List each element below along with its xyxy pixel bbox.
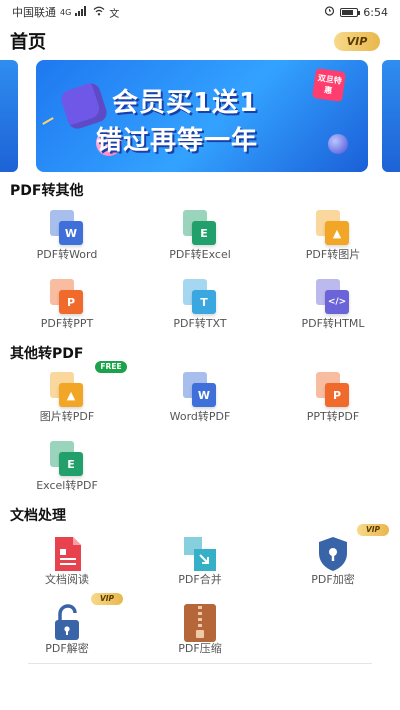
tool-label: Excel转PDF [36, 479, 98, 492]
tool-pdf-encrypt[interactable]: VIP PDF加密 [273, 524, 393, 595]
carrier-label: 中国联通 [12, 6, 56, 19]
banner-ball-decoration [328, 134, 348, 154]
ppt-to-pdf-icon: P [313, 372, 353, 410]
tool-pdf-merge[interactable]: PDF合并 [140, 535, 260, 595]
image-icon: ▲ [313, 210, 353, 248]
page-title: 首页 [10, 32, 46, 53]
tool-label: Word转PDF [169, 410, 231, 423]
tool-label: PDF转HTML [301, 317, 365, 330]
tool-label: PDF转Excel [169, 248, 231, 261]
vip-button[interactable]: VIP [334, 32, 380, 51]
tool-label: PDF解密 [45, 642, 89, 655]
vip-badge-small: VIP [91, 593, 123, 605]
merge-icon [180, 535, 220, 573]
ppt-icon: P [47, 279, 87, 317]
section-title-document-processing: 文档处理 [10, 508, 66, 524]
nfc-icon: 文 [109, 8, 120, 20]
free-badge: FREE [95, 361, 127, 373]
tool-excel-to-pdf[interactable]: E Excel转PDF [7, 441, 127, 501]
tool-pdf-to-word[interactable]: W PDF转Word [7, 210, 127, 270]
tool-label: 图片转PDF [39, 410, 95, 423]
banner-subline: 错过再等一年 [96, 126, 259, 156]
tool-pdf-to-excel[interactable]: E PDF转Excel [140, 210, 260, 270]
section-title-pdf-to-other: PDF转其他 [10, 183, 84, 199]
status-left: 中国联通 4G 文 [12, 4, 119, 20]
alarm-icon [324, 5, 335, 19]
tool-pdf-to-image[interactable]: ▲ PDF转图片 [273, 210, 393, 270]
banner-carousel[interactable]: 会员买1送1 错过再等一年 双旦特惠 [0, 60, 400, 174]
excel-to-pdf-icon: E [47, 441, 87, 479]
prev-banner-card[interactable] [0, 60, 18, 172]
tool-label: PPT转PDF [306, 410, 360, 423]
tool-label: PDF转Word [36, 248, 98, 261]
tool-label: PDF压缩 [178, 642, 222, 655]
tool-label: PDF转图片 [305, 248, 361, 261]
status-right: 6:54 [324, 5, 388, 19]
tool-label: PDF转PPT [40, 317, 94, 330]
promo-banner[interactable]: 会员买1送1 错过再等一年 双旦特惠 [36, 60, 368, 172]
tool-document-read[interactable]: 文档阅读 [7, 535, 127, 595]
wifi-icon [93, 6, 105, 19]
bottom-divider [28, 663, 372, 664]
signal-icon [75, 5, 89, 19]
tool-pdf-compress[interactable]: PDF压缩 [140, 604, 260, 664]
section-title-other-to-pdf: 其他转PDF [10, 346, 84, 362]
battery-icon [340, 7, 361, 17]
lock-shield-icon [313, 535, 353, 573]
tool-label: PDF合并 [178, 573, 222, 586]
tool-pdf-to-txt[interactable]: T PDF转TXT [140, 279, 260, 339]
banner-promo-tag: 双旦特惠 [312, 68, 346, 102]
tool-pdf-to-html[interactable]: </> PDF转HTML [273, 279, 393, 339]
banner-headline: 会员买1送1 [112, 88, 259, 118]
header: 首页 VIP [0, 28, 400, 56]
zip-icon [180, 604, 220, 642]
document-read-icon [47, 535, 87, 573]
word-to-pdf-icon: W [180, 372, 220, 410]
battery-fill [342, 9, 354, 15]
tool-image-to-pdf[interactable]: ▲ FREE 图片转PDF [7, 361, 127, 432]
tool-label: 文档阅读 [45, 573, 89, 586]
unlock-icon [47, 604, 87, 642]
banner-spark-decoration [42, 117, 54, 125]
tool-word-to-pdf[interactable]: W Word转PDF [140, 372, 260, 432]
txt-icon: T [180, 279, 220, 317]
clock: 6:54 [363, 5, 388, 19]
tool-label: PDF转TXT [173, 317, 227, 330]
word-icon: W [47, 210, 87, 248]
network-type: 4G [60, 7, 72, 17]
image-to-pdf-icon: ▲ [47, 372, 87, 410]
status-bar: 中国联通 4G 文 6:54 [0, 0, 400, 24]
tool-label: PDF加密 [311, 573, 355, 586]
html-icon: </> [313, 279, 353, 317]
tool-pdf-decrypt[interactable]: VIP PDF解密 [7, 593, 127, 664]
next-banner-card[interactable] [382, 60, 400, 172]
tool-ppt-to-pdf[interactable]: P PPT转PDF [273, 372, 393, 432]
tool-pdf-to-ppt[interactable]: P PDF转PPT [7, 279, 127, 339]
excel-icon: E [180, 210, 220, 248]
vip-badge-small: VIP [357, 524, 389, 536]
